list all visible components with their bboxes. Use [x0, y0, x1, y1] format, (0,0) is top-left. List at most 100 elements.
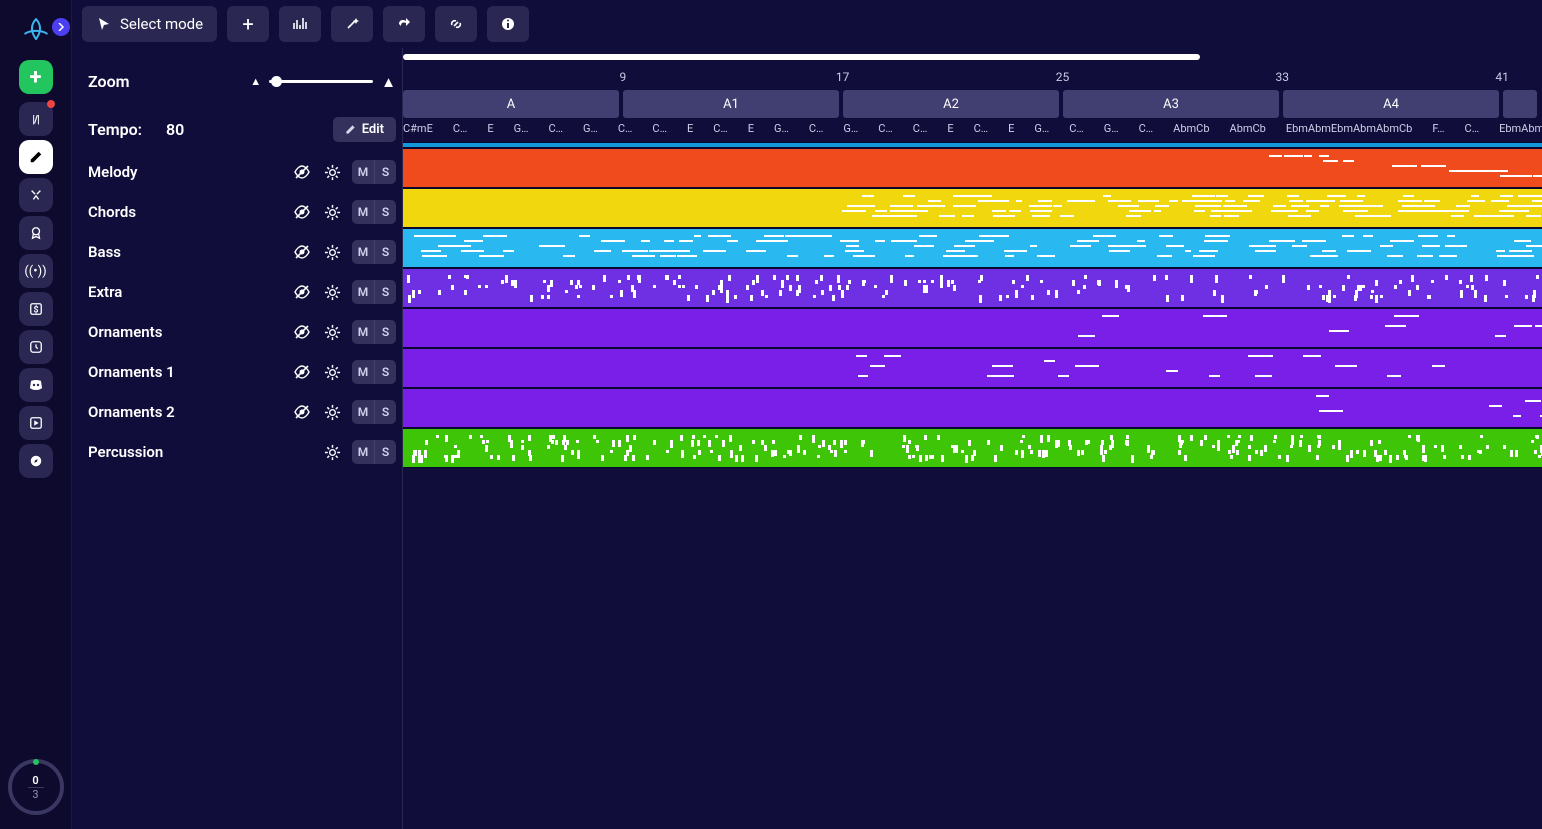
gear-icon[interactable]	[322, 202, 342, 222]
mute-button[interactable]: M	[352, 320, 374, 344]
zoom-out-icon[interactable]: ▲	[250, 75, 261, 88]
section-block[interactable]: A3	[1063, 90, 1279, 118]
track-row[interactable]: OrnamentsMS	[82, 312, 402, 352]
chord-label[interactable]: C…	[652, 122, 667, 138]
gear-icon[interactable]	[322, 442, 342, 462]
chord-label[interactable]: C#mE	[403, 122, 433, 138]
bar-ruler[interactable]: 917253341	[403, 70, 1542, 88]
chord-label[interactable]: C…	[453, 122, 468, 138]
chord-label[interactable]: G…	[583, 122, 598, 138]
mute-button[interactable]: M	[352, 200, 374, 224]
section-block[interactable]: A2	[843, 90, 1059, 118]
section-block[interactable]: A	[403, 90, 619, 118]
solo-button[interactable]: S	[374, 240, 396, 264]
chord-label[interactable]: C…	[1069, 122, 1084, 138]
chord-label[interactable]: AbmCb	[1173, 122, 1209, 138]
chord-label[interactable]: E	[487, 122, 493, 138]
play-nav-button[interactable]	[19, 406, 53, 440]
gear-icon[interactable]	[322, 282, 342, 302]
app-logo[interactable]	[16, 10, 56, 50]
chord-label[interactable]: G…	[774, 122, 789, 138]
gear-icon[interactable]	[322, 162, 342, 182]
section-block[interactable]	[1503, 90, 1537, 118]
library-button[interactable]: |/|	[19, 102, 53, 136]
track-row[interactable]: Ornaments 2MS	[82, 392, 402, 432]
chord-label[interactable]: G…	[514, 122, 529, 138]
forward-tool-button[interactable]	[383, 6, 425, 42]
chord-label[interactable]: C…	[974, 122, 989, 138]
chord-label[interactable]: E	[947, 122, 953, 138]
solo-button[interactable]: S	[374, 200, 396, 224]
chord-label[interactable]: C…	[913, 122, 928, 138]
mute-button[interactable]: M	[352, 280, 374, 304]
track-lane[interactable]	[403, 268, 1542, 308]
track-lane[interactable]	[403, 188, 1542, 228]
tools-button[interactable]	[19, 178, 53, 212]
track-lane[interactable]	[403, 348, 1542, 388]
chord-label[interactable]: G…	[843, 122, 858, 138]
visibility-icon[interactable]	[292, 202, 312, 222]
chord-label[interactable]: C…	[878, 122, 893, 138]
mute-button[interactable]: M	[352, 240, 374, 264]
mute-button[interactable]: M	[352, 440, 374, 464]
visibility-icon[interactable]	[292, 162, 312, 182]
collapse-rail-button[interactable]	[52, 18, 70, 36]
visibility-icon[interactable]	[292, 242, 312, 262]
discord-button[interactable]	[19, 368, 53, 402]
track-row[interactable]: Ornaments 1MS	[82, 352, 402, 392]
visibility-icon[interactable]	[292, 362, 312, 382]
link-tool-button[interactable]	[435, 6, 477, 42]
info-tool-button[interactable]	[487, 6, 529, 42]
solo-button[interactable]: S	[374, 320, 396, 344]
zoom-thumb[interactable]	[271, 76, 282, 87]
gear-icon[interactable]	[322, 322, 342, 342]
chord-label[interactable]: G…	[1034, 122, 1049, 138]
create-button[interactable]: +	[19, 60, 53, 94]
mute-button[interactable]: M	[352, 360, 374, 384]
chord-label[interactable]: F…	[1432, 122, 1444, 138]
history-button[interactable]	[19, 330, 53, 364]
chord-label[interactable]: C…	[1465, 122, 1480, 138]
track-lane[interactable]	[403, 228, 1542, 268]
track-row[interactable]: MelodyMS	[82, 152, 402, 192]
minimap[interactable]	[403, 54, 1200, 60]
track-lane[interactable]	[403, 148, 1542, 188]
zoom-slider[interactable]	[269, 80, 373, 83]
solo-button[interactable]: S	[374, 280, 396, 304]
chord-label[interactable]: EbmAbmEb	[1499, 122, 1542, 138]
chord-label[interactable]: EbmAbmEbmAbmAbmCb	[1286, 122, 1412, 138]
chord-label[interactable]: C…	[549, 122, 564, 138]
solo-button[interactable]: S	[374, 400, 396, 424]
credits-indicator[interactable]: 0 3	[8, 759, 64, 815]
chord-label[interactable]: AbmCb	[1230, 122, 1266, 138]
section-block[interactable]: A1	[623, 90, 839, 118]
chord-label[interactable]: E	[748, 122, 754, 138]
bars-tool-button[interactable]	[279, 6, 321, 42]
explore-button[interactable]	[19, 444, 53, 478]
track-row[interactable]: ChordsMS	[82, 192, 402, 232]
track-row[interactable]: BassMS	[82, 232, 402, 272]
solo-button[interactable]: S	[374, 360, 396, 384]
chord-label[interactable]: C…	[809, 122, 824, 138]
visibility-icon[interactable]	[292, 322, 312, 342]
chord-label[interactable]: C…	[618, 122, 633, 138]
gear-icon[interactable]	[322, 402, 342, 422]
magic-tool-button[interactable]	[331, 6, 373, 42]
track-lane[interactable]	[403, 388, 1542, 428]
gear-icon[interactable]	[322, 362, 342, 382]
solo-button[interactable]: S	[374, 160, 396, 184]
select-mode-button[interactable]: Select mode	[82, 6, 217, 42]
tempo-edit-button[interactable]: Edit	[333, 117, 396, 142]
visibility-icon[interactable]	[292, 402, 312, 422]
chord-label[interactable]: G…	[1104, 122, 1119, 138]
section-block[interactable]: A4	[1283, 90, 1499, 118]
gear-icon[interactable]	[322, 242, 342, 262]
visibility-icon[interactable]	[292, 282, 312, 302]
chord-label[interactable]: C…	[1139, 122, 1154, 138]
broadcast-button[interactable]: ((•))	[19, 254, 53, 288]
add-tool-button[interactable]: +	[227, 6, 269, 42]
solo-button[interactable]: S	[374, 440, 396, 464]
edit-nav-button[interactable]	[19, 140, 53, 174]
track-lane[interactable]	[403, 308, 1542, 348]
track-row[interactable]: ExtraMS	[82, 272, 402, 312]
